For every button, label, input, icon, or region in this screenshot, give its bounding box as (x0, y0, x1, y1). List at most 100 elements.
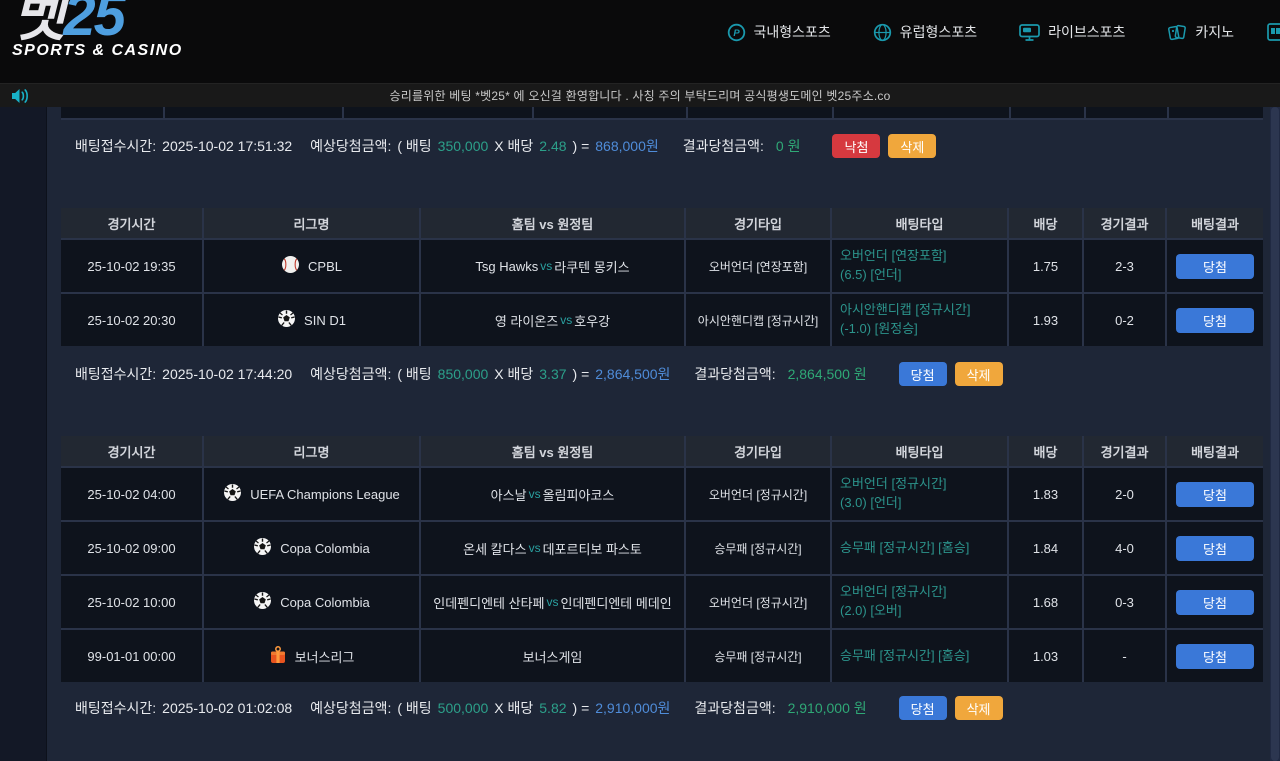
equals-sign: ) = (573, 138, 590, 154)
expected-total-value: 2,864,500원 (595, 364, 670, 384)
bet-result-cell: 당첨 (1167, 468, 1263, 520)
league-cell: UEFA Champions League (204, 468, 419, 520)
home-team: Tsg Hawks (475, 259, 538, 274)
stake-prefix: ( 배팅 (397, 364, 431, 384)
home-team: 영 라이온즈 (495, 311, 558, 330)
slot-machine-icon[interactable] (1267, 22, 1280, 47)
nav-item-domestic-sports[interactable]: P 국내형스포츠 (727, 22, 831, 42)
stake-value: 500,000 (438, 700, 489, 716)
teams-cell: 아스날vs올림피아코스 (421, 468, 684, 520)
nav-label: 유럽형스포츠 (900, 22, 977, 42)
win-badge-button[interactable]: 당첨 (1176, 590, 1254, 615)
delete-button[interactable]: 삭제 (955, 362, 1003, 386)
top-header: 벳25 SPORTS & CASINO P 국내형스포츠 유럽형스포츠 라이브스… (0, 0, 1280, 83)
home-team: 인데펜디엔테 산타페 (433, 593, 544, 612)
bet-result-cell: 당첨 (1167, 576, 1263, 628)
bet-type-line2: (2.0) [오버] (840, 602, 902, 621)
away-team: 인데펜디엔테 메데인 (561, 593, 672, 612)
result-amount-value: 2,864,500 원 (788, 364, 867, 384)
game-type-cell: 승무패 [정규시간] (686, 630, 830, 682)
main-nav: P 국내형스포츠 유럽형스포츠 라이브스포츠 카지노 (727, 12, 1234, 52)
odds-cell: 1.84 (1009, 522, 1082, 574)
odds-value: 2.48 (539, 138, 566, 154)
win-badge-button[interactable]: 당첨 (1176, 644, 1254, 669)
soccer-ball-icon (253, 591, 272, 613)
away-team: 데포르티보 파스토 (543, 539, 642, 558)
receipt-time-label: 배팅접수시간: (75, 136, 156, 156)
bet-result-cell: 당첨 (1167, 240, 1263, 292)
league-name: Copa Colombia (280, 541, 370, 556)
teams-cell: 온세 칼다스vs데포르티보 파스토 (421, 522, 684, 574)
column-header-game-type: 경기타입 (686, 208, 830, 238)
bet-type-cell: 오버언더 [연장포함] (6.5) [언더] (832, 240, 1007, 292)
baseball-icon (281, 255, 300, 277)
column-header-odds: 배당 (1009, 208, 1082, 238)
match-time-cell: 25-10-02 20:30 (61, 294, 202, 346)
logo-text: 벳25 (12, 0, 183, 48)
odds-value: 3.37 (539, 366, 566, 382)
logo-kr: 벳 (12, 0, 63, 48)
odds-cell: 1.03 (1009, 630, 1082, 682)
receipt-time-value: 2025-10-02 01:02:08 (162, 700, 292, 716)
league-cell: SIN D1 (204, 294, 419, 346)
vs-label: vs (529, 487, 541, 501)
win-badge-button[interactable]: 당첨 (1176, 482, 1254, 507)
scrollbar[interactable] (1270, 107, 1280, 761)
league-cell: 보너스리그 (204, 630, 419, 682)
bonus-game-title: 보너스게임 (523, 647, 583, 666)
speaker-icon (10, 88, 30, 109)
nav-item-live-sports[interactable]: 라이브스포츠 (1019, 22, 1125, 42)
status-win-button[interactable]: 당첨 (899, 362, 947, 386)
logo-number: 25 (63, 0, 124, 48)
odds-prefix: X 배당 (494, 698, 533, 718)
game-type-cell: 오버언더 [연장포함] (686, 240, 830, 292)
vs-label: vs (529, 541, 541, 555)
bet-type-cell: 승무패 [정규시간] [홈승] (832, 522, 1007, 574)
expected-total-value: 868,000원 (595, 136, 659, 156)
p-circle-icon: P (727, 23, 746, 42)
cards-icon (1167, 23, 1187, 42)
soccer-ball-icon (223, 483, 242, 505)
delete-button[interactable]: 삭제 (888, 134, 936, 158)
game-type-cell: 아시안핸디캡 [정규시간] (686, 294, 830, 346)
league-name: 보너스리그 (295, 647, 355, 666)
delete-button[interactable]: 삭제 (955, 696, 1003, 720)
site-logo[interactable]: 벳25 SPORTS & CASINO (12, 0, 183, 60)
home-team: 온세 칼다스 (463, 539, 526, 558)
bet-history-panel: 배팅접수시간: 2025-10-02 17:51:32 예상당첨금액: ( 배팅… (61, 107, 1263, 722)
bet-result-cell: 당첨 (1167, 630, 1263, 682)
league-name: SIN D1 (304, 313, 346, 328)
score-cell: 2-3 (1084, 240, 1165, 292)
column-header-match-time: 경기시간 (61, 436, 202, 466)
league-name: UEFA Champions League (250, 487, 400, 502)
score-cell: 0-2 (1084, 294, 1165, 346)
column-header-match-time: 경기시간 (61, 208, 202, 238)
win-badge-button[interactable]: 당첨 (1176, 254, 1254, 279)
win-badge-button[interactable]: 당첨 (1176, 308, 1254, 333)
teams-cell: Tsg Hawksvs라쿠텐 몽키스 (421, 240, 684, 292)
live-monitor-icon (1019, 23, 1040, 42)
soccer-ball-icon (277, 309, 296, 331)
nav-item-casino[interactable]: 카지노 (1167, 22, 1234, 42)
vs-label: vs (540, 259, 552, 273)
status-lose-button[interactable]: 낙첨 (832, 134, 880, 158)
stake-value: 850,000 (438, 366, 489, 382)
away-team: 라쿠텐 몽키스 (554, 257, 629, 276)
odds-value: 5.82 (539, 700, 566, 716)
win-badge-button[interactable]: 당첨 (1176, 536, 1254, 561)
column-header-bet-type: 배팅타입 (832, 208, 1007, 238)
stake-prefix: ( 배팅 (397, 136, 431, 156)
column-header-bet-type: 배팅타입 (832, 436, 1007, 466)
receipt-time-label: 배팅접수시간: (75, 698, 156, 718)
vs-label: vs (560, 313, 572, 327)
status-win-button[interactable]: 당첨 (899, 696, 947, 720)
game-type-cell: 오버언더 [정규시간] (686, 468, 830, 520)
result-amount-value: 0 원 (776, 136, 801, 156)
receipt-time-value: 2025-10-02 17:51:32 (162, 138, 292, 154)
nav-item-european-sports[interactable]: 유럽형스포츠 (873, 22, 977, 42)
equals-sign: ) = (573, 700, 590, 716)
column-header-league: 리그명 (204, 436, 419, 466)
scrollbar-thumb[interactable] (1271, 107, 1279, 761)
bet-type-line1: 오버언더 [정규시간] (840, 475, 947, 494)
bet-type-line2: (6.5) [언더] (840, 266, 902, 285)
